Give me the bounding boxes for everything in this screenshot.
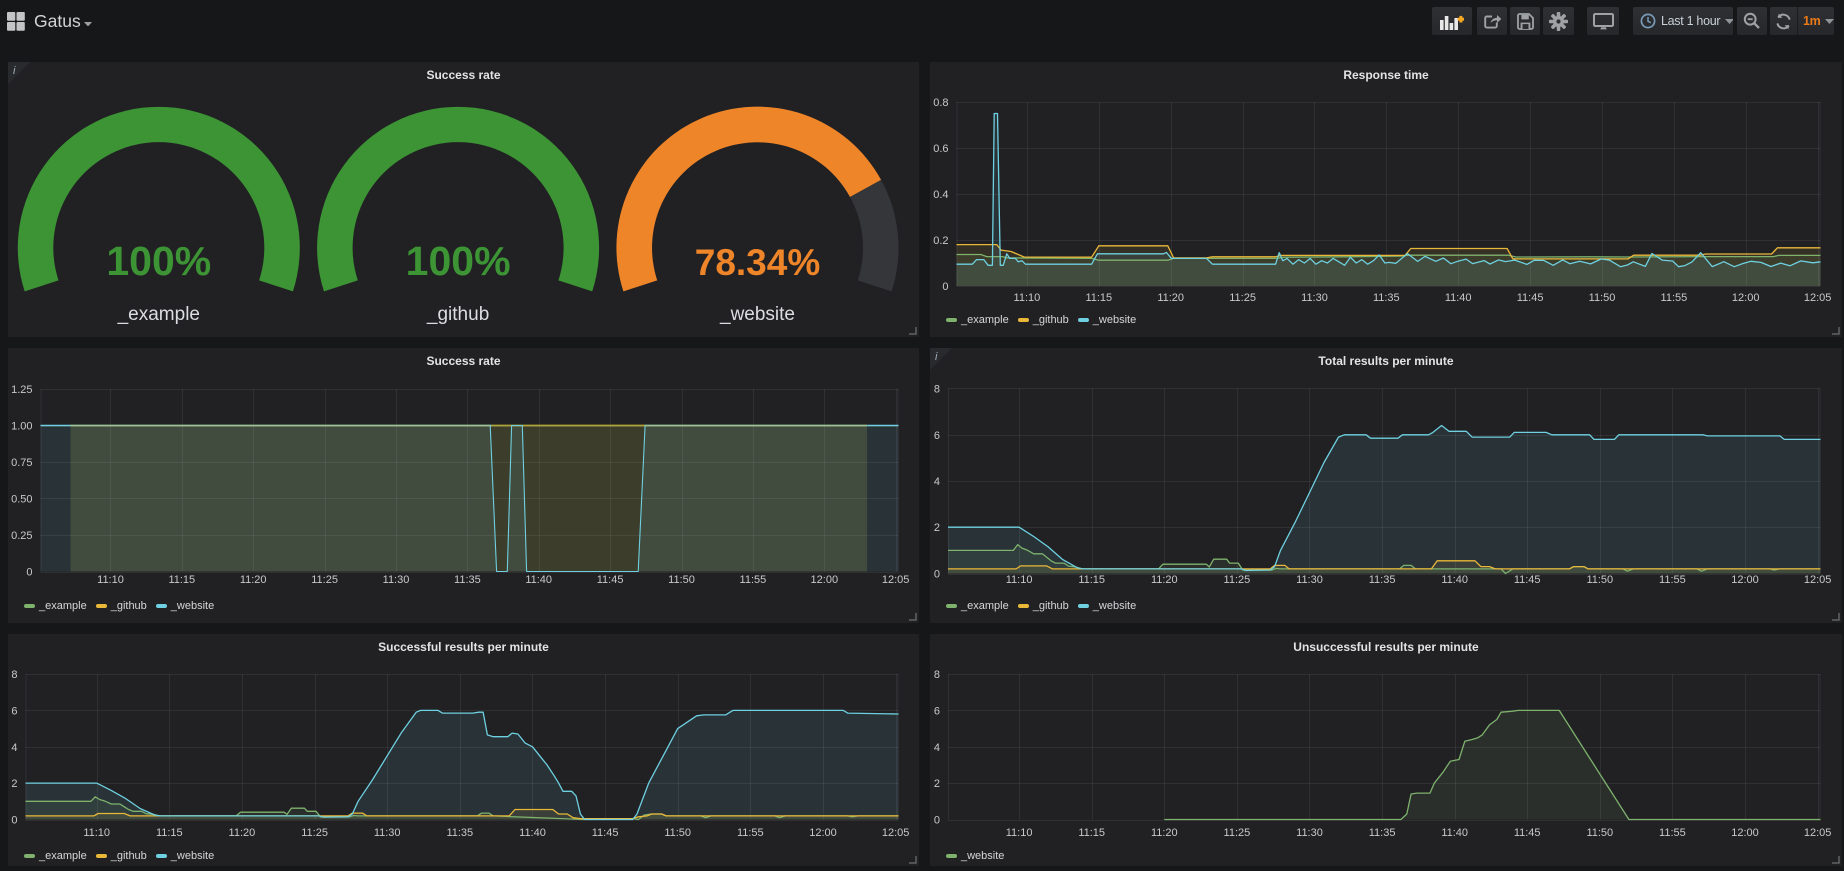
- svg-text:11:20: 11:20: [1157, 292, 1184, 304]
- svg-text:11:30: 11:30: [1301, 292, 1328, 304]
- svg-text:11:35: 11:35: [1369, 827, 1396, 839]
- svg-text:0: 0: [26, 567, 32, 579]
- svg-text:11:55: 11:55: [740, 574, 767, 586]
- svg-text:11:40: 11:40: [525, 574, 552, 586]
- svg-text:12:00: 12:00: [811, 574, 839, 586]
- svg-text:11:30: 11:30: [374, 827, 401, 839]
- svg-text:11:30: 11:30: [383, 574, 410, 586]
- svg-text:4: 4: [934, 476, 940, 488]
- svg-text:0.75: 0.75: [11, 457, 32, 469]
- svg-text:12:00: 12:00: [1732, 292, 1760, 304]
- svg-text:11:10: 11:10: [97, 574, 124, 586]
- svg-text:11:35: 11:35: [1369, 574, 1396, 586]
- svg-text:12:00: 12:00: [1731, 827, 1759, 839]
- svg-text:11:55: 11:55: [737, 827, 764, 839]
- svg-text:0.4: 0.4: [933, 189, 948, 201]
- svg-text:_website: _website: [719, 304, 795, 325]
- svg-text:11:55: 11:55: [1659, 574, 1686, 586]
- svg-text:0.25: 0.25: [11, 530, 32, 542]
- svg-text:0: 0: [934, 815, 940, 827]
- svg-text:0.2: 0.2: [933, 235, 948, 247]
- svg-text:11:45: 11:45: [592, 827, 619, 839]
- svg-text:11:15: 11:15: [168, 574, 195, 586]
- svg-text:4: 4: [934, 742, 940, 754]
- svg-text:12:05: 12:05: [1804, 292, 1832, 304]
- svg-text:12:00: 12:00: [1731, 574, 1759, 586]
- svg-text:12:05: 12:05: [882, 574, 910, 586]
- svg-text:11:45: 11:45: [1517, 292, 1544, 304]
- svg-text:11:15: 11:15: [1078, 574, 1105, 586]
- svg-text:11:50: 11:50: [1589, 292, 1616, 304]
- svg-text:0.8: 0.8: [933, 97, 948, 109]
- svg-text:11:20: 11:20: [1151, 827, 1178, 839]
- svg-text:11:20: 11:20: [229, 827, 256, 839]
- svg-text:100%: 100%: [406, 238, 511, 284]
- svg-text:8: 8: [934, 384, 940, 396]
- svg-text:11:30: 11:30: [1296, 574, 1323, 586]
- svg-text:11:50: 11:50: [664, 827, 691, 839]
- svg-text:11:50: 11:50: [668, 574, 695, 586]
- svg-text:12:05: 12:05: [1804, 574, 1832, 586]
- svg-text:11:10: 11:10: [1014, 292, 1041, 304]
- svg-text:11:15: 11:15: [1078, 827, 1105, 839]
- svg-text:11:25: 11:25: [311, 574, 338, 586]
- svg-text:11:25: 11:25: [301, 827, 328, 839]
- svg-text:11:35: 11:35: [446, 827, 473, 839]
- svg-text:0: 0: [942, 281, 948, 293]
- svg-text:6: 6: [11, 705, 17, 717]
- svg-text:12:05: 12:05: [882, 827, 910, 839]
- svg-text:11:35: 11:35: [1373, 292, 1400, 304]
- svg-text:11:35: 11:35: [454, 574, 481, 586]
- svg-text:11:40: 11:40: [1445, 292, 1472, 304]
- svg-text:11:40: 11:40: [519, 827, 546, 839]
- svg-text:11:45: 11:45: [1514, 827, 1541, 839]
- svg-text:1.25: 1.25: [11, 384, 32, 396]
- svg-text:11:15: 11:15: [1085, 292, 1112, 304]
- svg-text:12:05: 12:05: [1804, 827, 1832, 839]
- svg-text:11:20: 11:20: [240, 574, 267, 586]
- svg-text:11:50: 11:50: [1586, 574, 1613, 586]
- svg-text:0.50: 0.50: [11, 494, 32, 506]
- svg-text:11:25: 11:25: [1224, 574, 1251, 586]
- svg-text:12:00: 12:00: [809, 827, 837, 839]
- svg-text:11:10: 11:10: [1006, 827, 1033, 839]
- svg-text:1.00: 1.00: [11, 421, 32, 433]
- svg-text:11:15: 11:15: [156, 827, 183, 839]
- svg-text:100%: 100%: [106, 238, 211, 284]
- svg-text:0.6: 0.6: [933, 143, 948, 155]
- svg-text:11:55: 11:55: [1661, 292, 1688, 304]
- svg-text:11:25: 11:25: [1229, 292, 1256, 304]
- svg-text:0: 0: [934, 569, 940, 581]
- svg-text:11:10: 11:10: [1006, 574, 1033, 586]
- svg-text:11:10: 11:10: [83, 827, 110, 839]
- svg-text:11:45: 11:45: [1514, 574, 1541, 586]
- svg-text:6: 6: [934, 430, 940, 442]
- svg-text:11:40: 11:40: [1441, 574, 1468, 586]
- svg-text:11:30: 11:30: [1296, 827, 1323, 839]
- svg-text:2: 2: [934, 522, 940, 534]
- svg-text:11:40: 11:40: [1441, 827, 1468, 839]
- svg-text:11:55: 11:55: [1659, 827, 1686, 839]
- svg-text:11:25: 11:25: [1224, 827, 1251, 839]
- svg-text:11:20: 11:20: [1151, 574, 1178, 586]
- svg-text:2: 2: [934, 778, 940, 790]
- svg-text:11:45: 11:45: [597, 574, 624, 586]
- svg-text:4: 4: [11, 742, 17, 754]
- svg-text:_example: _example: [117, 304, 200, 325]
- svg-text:8: 8: [11, 669, 17, 681]
- svg-text:78.34%: 78.34%: [695, 242, 821, 283]
- svg-text:0: 0: [11, 815, 17, 827]
- svg-text:8: 8: [934, 669, 940, 681]
- svg-text:11:50: 11:50: [1586, 827, 1613, 839]
- svg-text:6: 6: [934, 705, 940, 717]
- svg-text:_github: _github: [426, 304, 489, 325]
- svg-text:2: 2: [11, 778, 17, 790]
